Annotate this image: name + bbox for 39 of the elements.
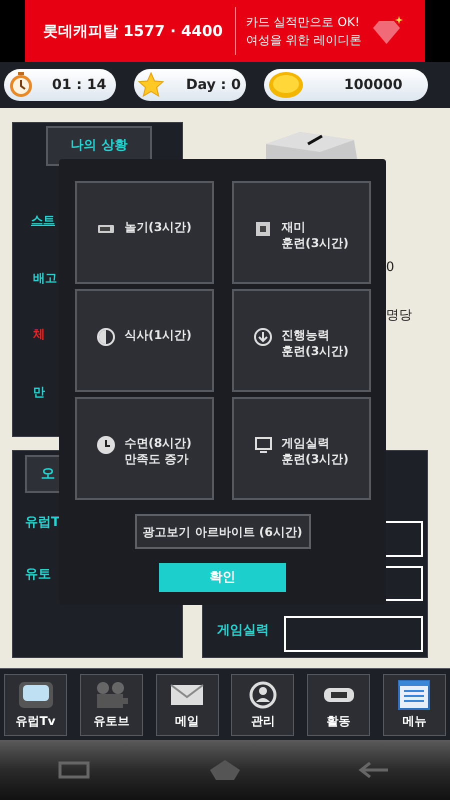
- activity-option-button[interactable]: 진행능력 훈련(3시간): [232, 289, 370, 392]
- stopwatch-icon: [8, 71, 34, 99]
- ad-text: 여성을 위한 레이디론: [246, 32, 362, 49]
- stat-label: 스트: [31, 212, 55, 229]
- nav-button[interactable]: 메뉴: [382, 674, 446, 736]
- activity-option-button[interactable]: 놀기(3시간): [74, 181, 214, 284]
- input-field[interactable]: [284, 616, 423, 652]
- skill-label: 게임실력: [217, 622, 269, 640]
- time-text: 01 : 14: [52, 76, 106, 94]
- stat-value-text: 0: [386, 259, 394, 277]
- activity-option-button[interactable]: 수면(8시간) 만족도 증가: [74, 397, 214, 500]
- star-icon: [138, 72, 164, 98]
- activity-option-button[interactable]: 게임실력 훈련(3시간): [232, 397, 370, 500]
- channel-label: 유럽T: [25, 514, 60, 532]
- down-arrow-circle-icon: [253, 327, 274, 347]
- recent-apps-icon[interactable]: [58, 760, 92, 780]
- monitor-icon: [253, 435, 274, 455]
- nav-button[interactable]: 활동: [307, 674, 370, 736]
- stat-label: 배고: [33, 270, 57, 287]
- activity-option-button[interactable]: 재미 훈련(3시간): [232, 181, 370, 284]
- nav-button[interactable]: 관리: [231, 674, 294, 736]
- ad-text: 카드 실적만으로 OK!: [246, 14, 361, 31]
- channel-label: 유토: [25, 566, 51, 584]
- ad-job-button[interactable]: 광고보기 아르바이트 (6시간): [134, 514, 310, 549]
- nav-button[interactable]: 유토브: [80, 674, 143, 736]
- ad-banner[interactable]: 롯데캐피탈 1577 · 4400 카드 실적만으로 OK! 여성을 위한 레이디론: [25, 0, 425, 62]
- nav-button[interactable]: 유럽Tv: [4, 674, 67, 736]
- ad-brand-text: 롯데캐피탈 1577 · 4400: [43, 20, 223, 42]
- stat-text: 명당: [386, 307, 412, 325]
- tv-icon: [16, 680, 54, 710]
- coin-icon: [268, 71, 304, 99]
- clock-icon: [96, 435, 116, 455]
- day-text: Day : 0: [186, 76, 241, 94]
- money-text: 100000: [344, 76, 402, 94]
- half-circle-icon: [96, 327, 116, 347]
- stat-label: 만: [33, 384, 45, 401]
- nav-button[interactable]: 메일: [156, 674, 219, 736]
- stat-label: 체: [33, 326, 45, 343]
- activity-option-button[interactable]: 식사(1시간): [74, 289, 214, 392]
